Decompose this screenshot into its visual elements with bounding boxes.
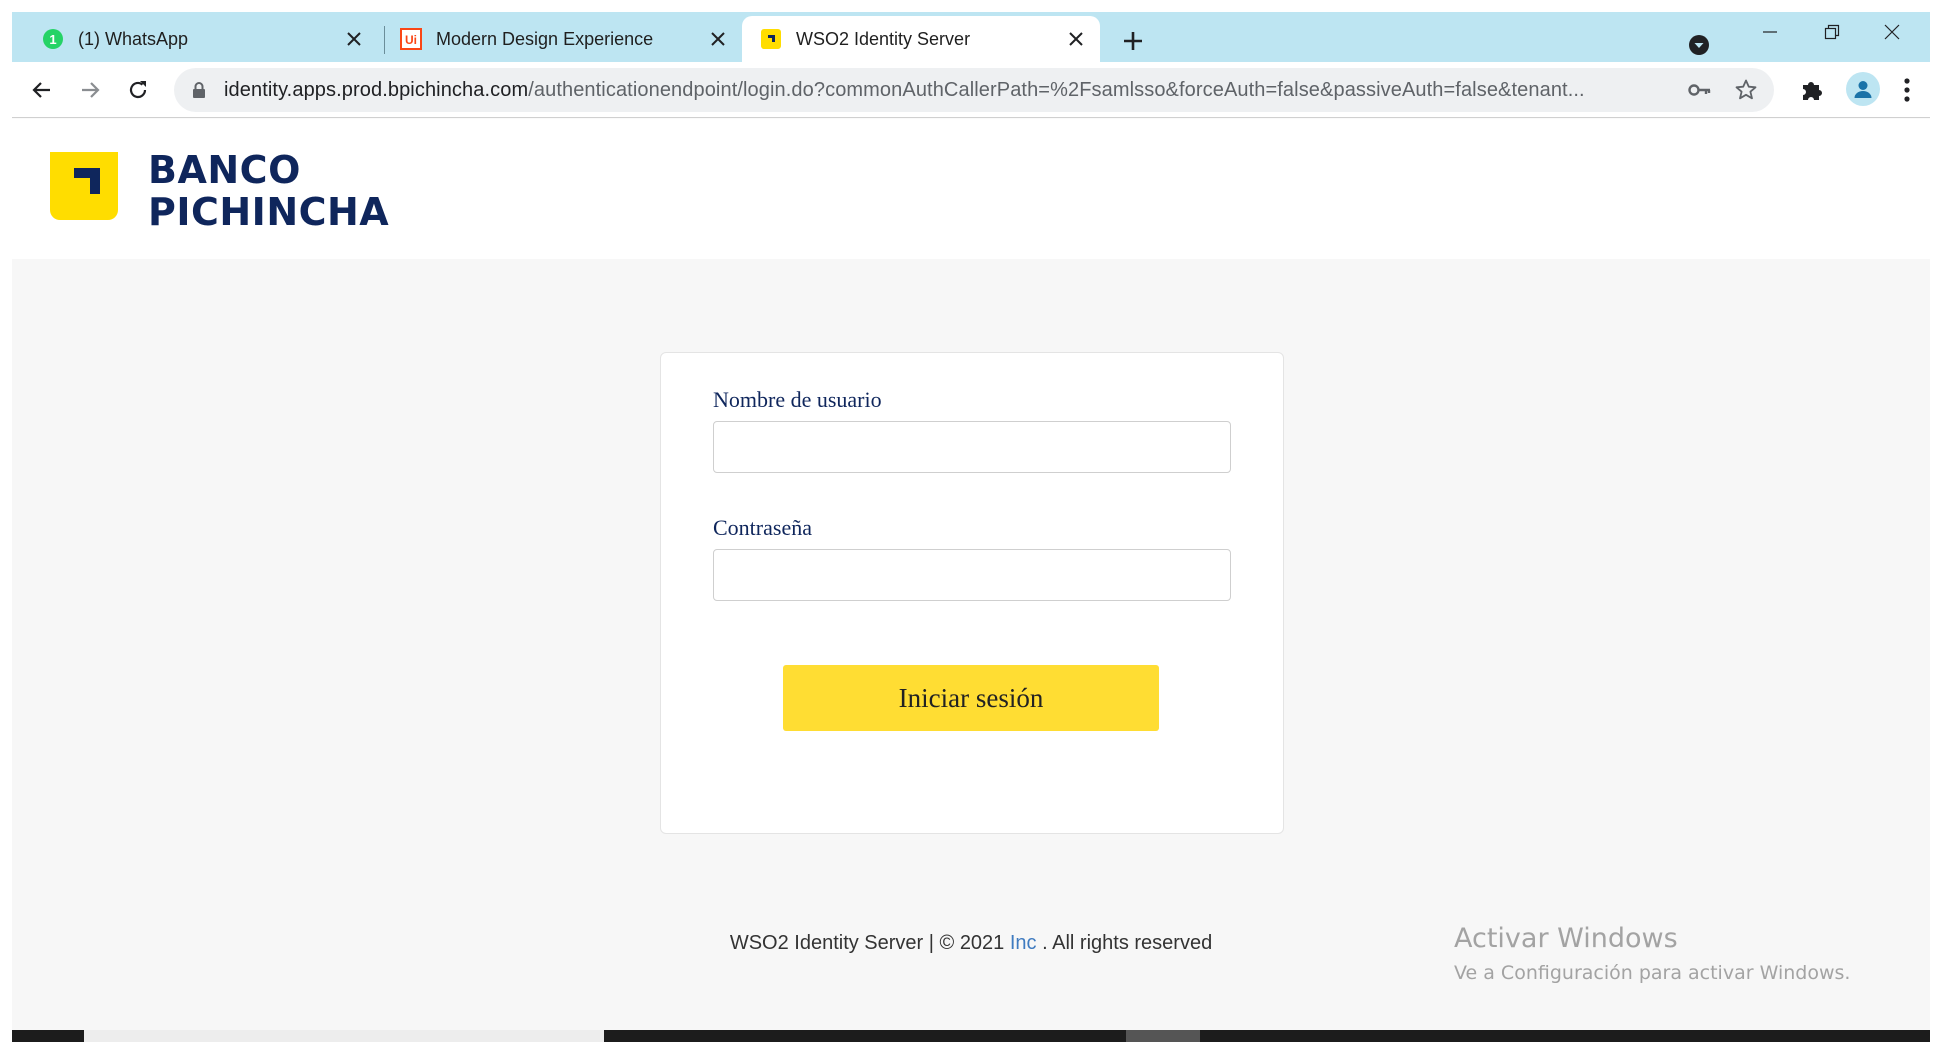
taskbar-strip <box>12 1030 1930 1042</box>
banco-pichincha-logo[interactable]: BANCO PICHINCHA <box>36 149 389 233</box>
username-input[interactable] <box>713 421 1231 473</box>
footer-suffix: . All rights reserved <box>1036 932 1213 954</box>
address-bar[interactable]: identity.apps.prod.bpichincha.com/authen… <box>174 68 1774 112</box>
url-path: /authenticationendpoint/login.do?commonA… <box>528 79 1585 101</box>
tab-whatsapp[interactable]: 1 (1) WhatsApp <box>12 16 378 62</box>
tab-search-icon[interactable] <box>1688 34 1710 56</box>
password-input[interactable] <box>713 549 1231 601</box>
watermark-title: Activar Windows <box>1454 923 1678 954</box>
tab-modern-design[interactable]: Ui Modern Design Experience <box>384 16 742 62</box>
close-icon[interactable] <box>1062 25 1090 53</box>
new-tab-button[interactable] <box>1118 26 1148 56</box>
close-icon[interactable] <box>340 25 368 53</box>
logo-mark-icon <box>50 152 118 220</box>
tab-strip: 1 (1) WhatsApp Ui Modern Design Experien… <box>12 12 1930 62</box>
more-menu-icon[interactable] <box>1894 74 1920 106</box>
profile-avatar[interactable] <box>1846 72 1880 106</box>
uipath-icon: Ui <box>400 28 422 50</box>
footer-inc-link[interactable]: Inc <box>1010 932 1037 954</box>
url-text[interactable]: identity.apps.prod.bpichincha.com/authen… <box>224 79 1644 102</box>
page-body: Nombre de usuario Contraseña Iniciar ses… <box>12 259 1930 1042</box>
footer-prefix: WSO2 Identity Server | © 2021 <box>729 932 1010 954</box>
taskbar-segment <box>84 1030 604 1042</box>
bookmark-star-icon[interactable] <box>1734 78 1758 102</box>
browser-window: 1 (1) WhatsApp Ui Modern Design Experien… <box>12 12 1930 1042</box>
banco-pichincha-favicon <box>760 28 782 50</box>
close-icon[interactable] <box>704 25 732 53</box>
svg-text:Ui: Ui <box>405 33 417 47</box>
svg-text:1: 1 <box>49 32 56 47</box>
back-button[interactable] <box>26 74 58 106</box>
close-window-button[interactable] <box>1862 12 1922 52</box>
whatsapp-icon: 1 <box>42 28 64 50</box>
tab-wso2-identity-server[interactable]: WSO2 Identity Server <box>742 16 1100 62</box>
login-form: Nombre de usuario Contraseña Iniciar ses… <box>660 352 1284 834</box>
tab-title: Modern Design Experience <box>436 28 654 49</box>
forward-button[interactable] <box>74 74 106 106</box>
logo-line-2: PICHINCHA <box>148 190 390 234</box>
browser-toolbar: identity.apps.prod.bpichincha.com/authen… <box>12 62 1930 118</box>
key-icon[interactable] <box>1688 80 1712 100</box>
windows-activation-watermark: Activar Windows Ve a Configuración para … <box>1454 923 1850 984</box>
person-icon <box>1854 81 1872 98</box>
username-label: Nombre de usuario <box>713 387 882 412</box>
extensions-icon[interactable] <box>1798 76 1826 104</box>
login-button[interactable]: Iniciar sesión <box>783 665 1159 731</box>
password-label: Contraseña <box>713 515 812 540</box>
taskbar-segment <box>1126 1030 1200 1042</box>
logo-text: BANCO PICHINCHA <box>148 149 389 233</box>
url-domain: identity.apps.prod.bpichincha.com <box>224 79 529 101</box>
reload-button[interactable] <box>122 74 154 106</box>
logo-line-1: BANCO <box>148 148 301 192</box>
tab-title: (1) WhatsApp <box>78 28 189 49</box>
tab-title: WSO2 Identity Server <box>796 28 971 49</box>
lock-icon[interactable] <box>190 81 208 99</box>
page-header: BANCO PICHINCHA <box>12 119 1930 259</box>
restore-button[interactable] <box>1802 12 1862 52</box>
minimize-button[interactable] <box>1740 12 1800 52</box>
watermark-subtitle: Ve a Configuración para activar Windows. <box>1454 962 1851 984</box>
